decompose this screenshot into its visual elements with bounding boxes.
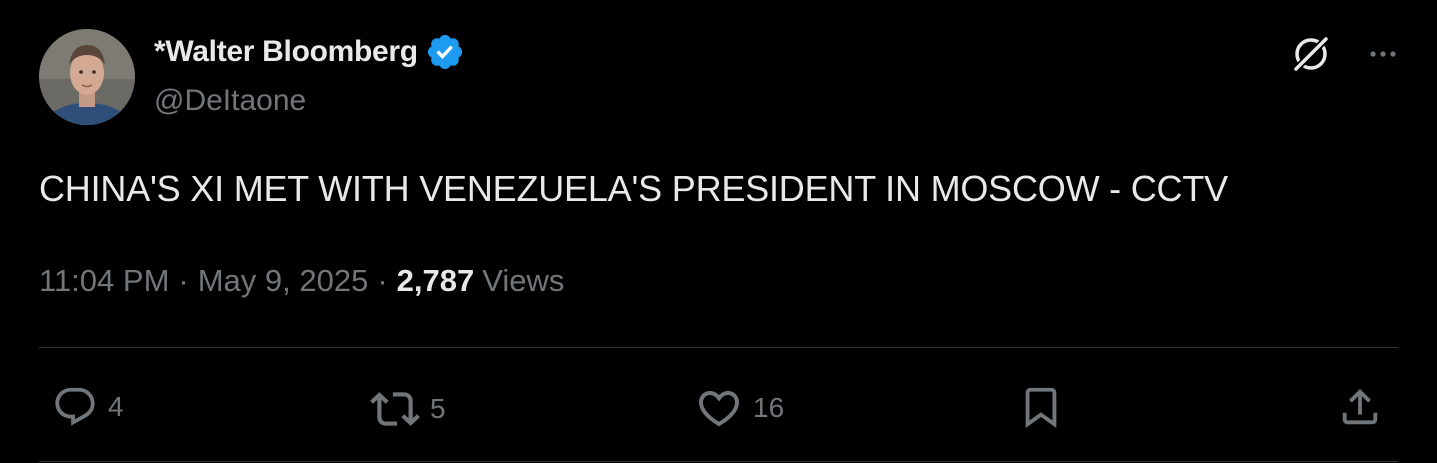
divider xyxy=(39,347,1398,348)
grok-icon[interactable] xyxy=(1289,32,1333,76)
like-icon xyxy=(698,391,740,427)
tweet-time[interactable]: 11:04 PM xyxy=(39,263,169,299)
verified-badge-icon[interactable] xyxy=(425,32,465,72)
reply-icon xyxy=(55,387,95,426)
bookmark-icon xyxy=(1025,387,1057,428)
reply-button[interactable]: 4 xyxy=(52,384,124,430)
tweet-metadata: 11:04 PM · May 9, 2025 · 2,787 Views xyxy=(39,263,564,299)
meta-separator: · xyxy=(377,263,388,298)
author-name-row: *Walter Bloomberg xyxy=(154,32,465,72)
tweet-top-actions xyxy=(1289,32,1397,76)
tweet-card: *Walter Bloomberg @DeItaone CHINA'S XI M xyxy=(0,0,1437,463)
reply-count: 4 xyxy=(108,391,124,422)
repost-button[interactable]: 5 xyxy=(370,384,446,434)
tweet-text: CHINA'S XI MET WITH VENEZUELA'S PRESIDEN… xyxy=(39,168,1228,209)
share-button[interactable] xyxy=(1337,384,1383,430)
divider xyxy=(39,461,1398,462)
like-button[interactable]: 16 xyxy=(695,384,784,432)
author-display-name[interactable]: *Walter Bloomberg xyxy=(154,35,418,69)
bookmark-button[interactable] xyxy=(1018,384,1064,430)
meta-separator: · xyxy=(178,263,189,298)
share-icon xyxy=(1342,388,1378,425)
tweet-date[interactable]: May 9, 2025 xyxy=(198,263,369,299)
views-count[interactable]: 2,787 xyxy=(397,263,475,299)
like-count: 16 xyxy=(753,392,785,423)
author-handle[interactable]: @DeItaone xyxy=(154,84,306,118)
more-icon[interactable] xyxy=(1369,40,1397,68)
repost-count: 5 xyxy=(430,393,446,424)
views-label: Views xyxy=(482,263,565,298)
repost-icon xyxy=(370,392,420,426)
avatar[interactable] xyxy=(39,29,135,125)
